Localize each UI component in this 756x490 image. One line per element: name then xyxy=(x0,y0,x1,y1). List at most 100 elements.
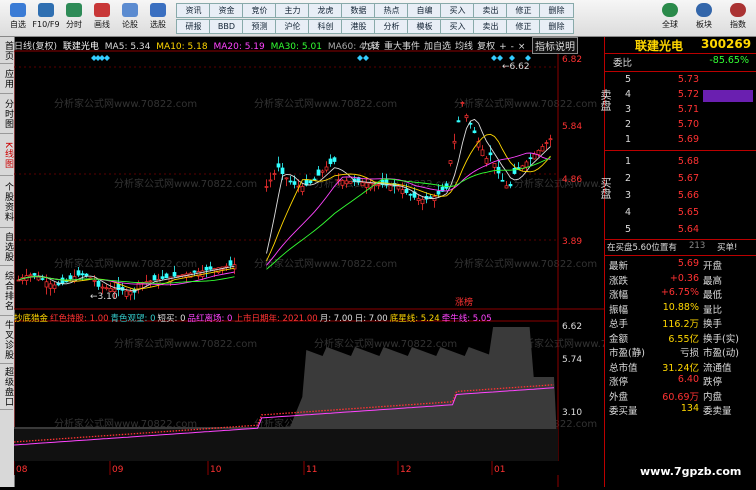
x-axis-label: 09 xyxy=(112,465,124,475)
kline-chart-area[interactable]: 分析家公式网www.70822.com 分析家公式网www.70822.com 分析… xyxy=(13,37,657,487)
price-axis-label: 4.86 xyxy=(562,175,582,185)
screener-icon xyxy=(150,3,166,17)
candle-body xyxy=(464,115,469,119)
toolbar-tab-7[interactable]: 自编 xyxy=(407,3,442,18)
toolbar-subtab-11[interactable]: 删除 xyxy=(539,19,574,34)
toolbar-subtab-10[interactable]: 修正 xyxy=(506,19,541,34)
chart-tool-0[interactable]: 九转 xyxy=(362,42,380,52)
buy-note: 在买盘5.60位置有 xyxy=(607,243,677,253)
indicator-item-1: 青色观望: 0 xyxy=(110,314,156,324)
chart-tool-3[interactable]: 均线 xyxy=(455,42,473,52)
toolbar-tab-1[interactable]: 资金 xyxy=(209,3,244,18)
toolbar-button-timeshare[interactable]: 分时 xyxy=(60,2,88,34)
left-tab-1[interactable]: 应用 xyxy=(0,65,13,94)
toolbar-button-screener[interactable]: 选股 xyxy=(144,2,172,34)
stat-row-0: 最新 5.69 开盘 xyxy=(605,258,756,272)
toolbar-tab-6[interactable]: 热点 xyxy=(374,3,409,18)
toolbar-tab-10[interactable]: 修正 xyxy=(506,3,541,18)
sell-level: 4 xyxy=(625,89,632,100)
toolbar-subtab-2[interactable]: 预测 xyxy=(242,19,277,34)
buy-row-1: 2 5.67 xyxy=(605,173,756,187)
toolbar-tab-11[interactable]: 删除 xyxy=(539,3,574,18)
toolbar-label: 自选 xyxy=(10,20,26,29)
toolbar-button-sector[interactable]: 板块 xyxy=(690,2,718,34)
candlestick-series xyxy=(16,101,553,301)
toolbar-tab-3[interactable]: 主力 xyxy=(275,3,310,18)
buy-level: 2 xyxy=(625,173,632,184)
stat-row-4: 总手 116.2万 换手 xyxy=(605,316,756,330)
left-tab-7[interactable]: 牛叉诊股 xyxy=(0,317,13,364)
toolbar-tab-8[interactable]: 买入 xyxy=(440,3,475,18)
toolbar-tab-4[interactable]: 龙虎 xyxy=(308,3,343,18)
buy-note-count: 213 xyxy=(689,241,706,251)
toolbar-button-f10[interactable]: F10/F9 xyxy=(32,2,60,34)
candle-body xyxy=(300,186,305,192)
toolbar-button-star[interactable]: 自选 xyxy=(4,2,32,34)
x-axis-label: 12 xyxy=(400,465,411,475)
toolbar-subtab-9[interactable]: 卖出 xyxy=(473,19,508,34)
candle-body xyxy=(96,280,101,287)
toolbar-button-comment[interactable]: 论股 xyxy=(116,2,144,34)
sell-volume-bar xyxy=(703,90,753,102)
toolbar-subtab-8[interactable]: 买入 xyxy=(440,19,475,34)
left-tab-0[interactable]: 首页 xyxy=(0,39,13,64)
candle-body xyxy=(28,274,33,277)
period-label[interactable]: 日线(复权) xyxy=(14,42,57,52)
toolbar-subtab-1[interactable]: BBD xyxy=(209,19,244,34)
toolbar-button-index[interactable]: 指数 xyxy=(724,2,752,34)
chart-tool-2[interactable]: 加自选 xyxy=(424,42,451,52)
ma30-value: MA30: 5.01 xyxy=(270,42,322,52)
toolbar-tab-2[interactable]: 竞价 xyxy=(242,3,277,18)
watermark-text: 分析家公式网www.70822.com xyxy=(54,97,197,110)
candle-body xyxy=(52,284,57,289)
toolbar-subtab-7[interactable]: 模板 xyxy=(407,19,442,34)
watermark-text: 分析家公式网www.70822.com xyxy=(114,337,257,350)
left-tab-2[interactable]: 分时图 xyxy=(0,95,13,134)
sell-price: 5.70 xyxy=(677,119,699,130)
toolbar-tab-0[interactable]: 资讯 xyxy=(176,3,211,18)
buy-row-0: 1 5.68 xyxy=(605,156,756,170)
watermark-text: 分析家公式网www.70822.com xyxy=(254,257,397,270)
indicator-help-button[interactable]: 指标说明 xyxy=(532,37,578,54)
candle-body xyxy=(376,183,381,186)
toolbar-button-pen[interactable]: 画线 xyxy=(88,2,116,34)
buy-note-row: 在买盘5.60位置有 213 买单! xyxy=(605,241,756,255)
buy-price: 5.68 xyxy=(677,156,699,167)
star-icon xyxy=(10,3,26,17)
candle-body xyxy=(80,273,85,276)
stat-label-2: 换手 xyxy=(703,319,723,330)
left-tab-3[interactable]: K线图 xyxy=(0,135,13,176)
candle-body xyxy=(100,286,105,289)
toolbar-subtab-6[interactable]: 分析 xyxy=(374,19,409,34)
stat-value: 6.55亿 xyxy=(668,333,699,345)
stat-label: 总手 xyxy=(609,319,629,330)
candle-body xyxy=(104,287,109,290)
sell-level: 1 xyxy=(625,134,632,145)
chart-tool-5[interactable]: + xyxy=(499,42,507,52)
left-tab-5[interactable]: 自选股 xyxy=(0,229,13,266)
stat-label-2: 换手(实) xyxy=(703,333,739,345)
candle-body xyxy=(456,120,461,123)
kline-chart-canvas[interactable]: 分析家公式网www.70822.com 分析家公式网www.70822.com 分析… xyxy=(13,37,657,487)
chart-tool-6[interactable]: - xyxy=(511,42,514,52)
toolbar-subtab-4[interactable]: 科创 xyxy=(308,19,343,34)
chart-tool-4[interactable]: 复权 xyxy=(477,42,495,52)
toolbar-subtab-0[interactable]: 研报 xyxy=(176,19,211,34)
candle-body xyxy=(172,272,177,277)
left-tab-6[interactable]: 综合排名 xyxy=(0,267,13,316)
toolbar-button-globe[interactable]: 全球 xyxy=(656,2,684,34)
candle-body xyxy=(548,138,553,141)
candle-body xyxy=(192,270,197,273)
indicator-item-0: 红色持股: 1.00 xyxy=(50,314,109,324)
chart-tool-1[interactable]: 重大事件 xyxy=(384,42,420,52)
toolbar-tab-9[interactable]: 卖出 xyxy=(473,3,508,18)
stat-value: 6.40 xyxy=(677,374,699,385)
left-tab-4[interactable]: 个股资料 xyxy=(0,177,13,228)
toolbar-tab-5[interactable]: 数据 xyxy=(341,3,376,18)
toolbar-subtab-5[interactable]: 港股 xyxy=(341,19,376,34)
left-tab-8[interactable]: 超级盘口 xyxy=(0,365,13,410)
indicator-header: 抄底猎金 红色持股: 1.00 青色观望: 0 短买: 0 品红离场: 0 上市日期年: … xyxy=(14,312,494,324)
candle-body xyxy=(276,163,281,168)
chart-tool-7[interactable]: × xyxy=(518,42,526,52)
toolbar-subtab-3[interactable]: 沪伦 xyxy=(275,19,310,34)
